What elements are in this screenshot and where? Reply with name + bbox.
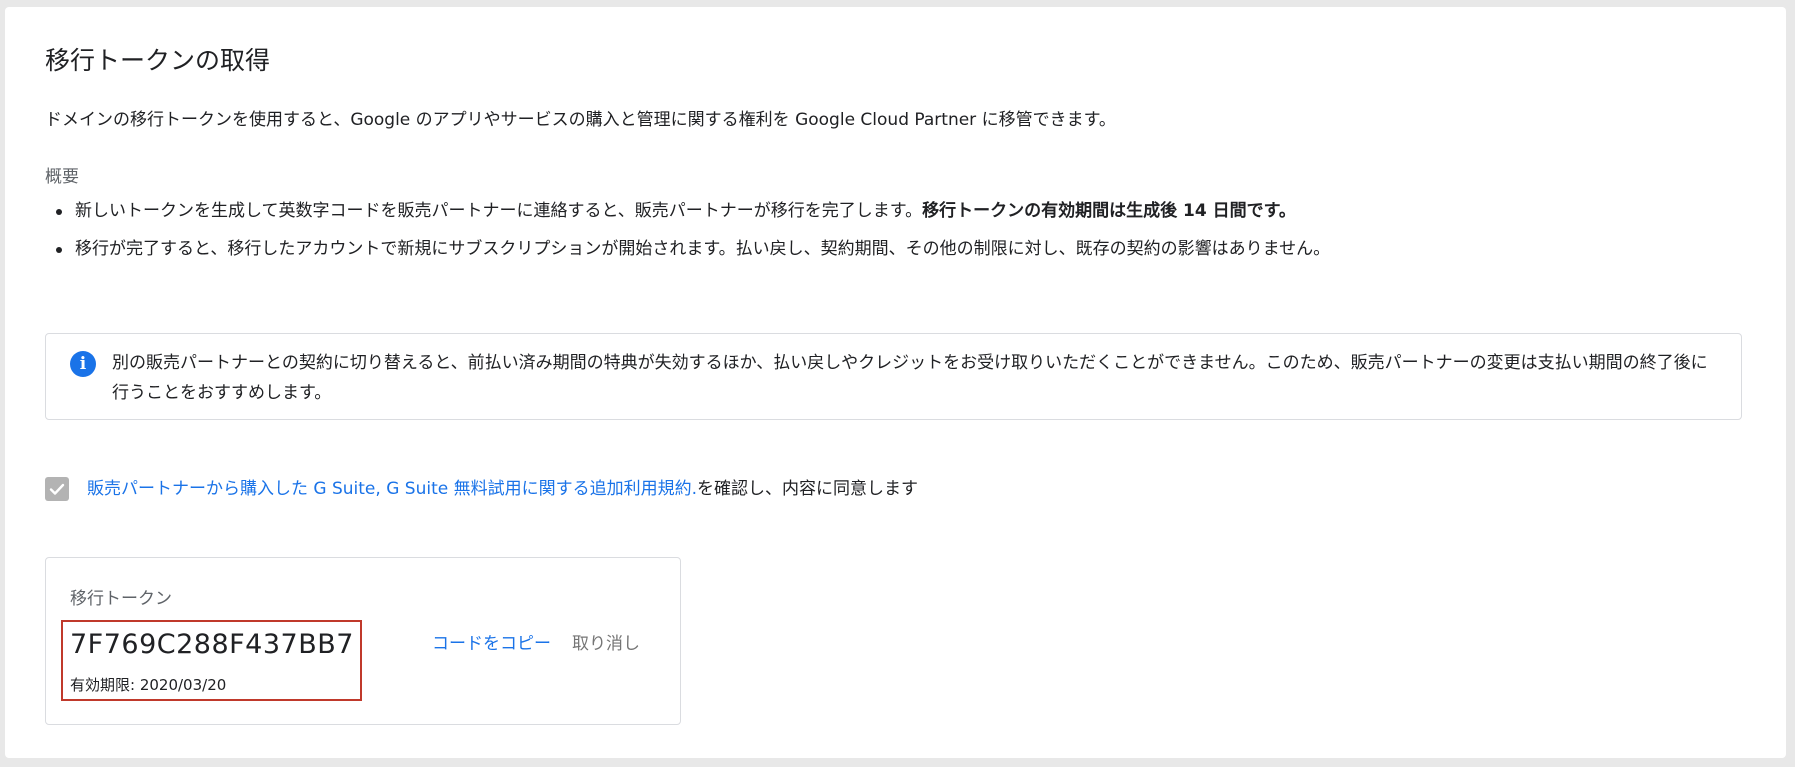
bullet-text: 新しいトークンを生成して英数字コードを販売パートナーに連絡すると、販売パートナー… <box>75 201 923 221</box>
bullet-text: 移行が完了すると、移行したアカウントで新規にサブスクリプションが開始されます。払… <box>75 239 1331 259</box>
overview-list: 新しいトークンを生成して英数字コードを販売パートナーに連絡すると、販売パートナー… <box>45 199 1330 275</box>
terms-agreement-text: 販売パートナーから購入した G Suite, G Suite 無料試用に関する追… <box>87 477 918 501</box>
token-label: 移行トークン <box>70 589 172 609</box>
terms-suffix: を確認し、内容に同意します <box>697 479 918 499</box>
info-banner-text: 別の販売パートナーとの契約に切り替えると、前払い済み期間の特典が失効するほか、払… <box>112 353 1708 403</box>
terms-link[interactable]: 販売パートナーから購入した G Suite, G Suite 無料試用に関する追… <box>87 479 697 499</box>
terms-checkbox[interactable] <box>45 477 69 501</box>
token-highlight: 7F769C288F437BB7 有効期限: 2020/03/20 <box>61 620 362 701</box>
check-icon <box>49 483 65 495</box>
info-banner: i 別の販売パートナーとの契約に切り替えると、前払い済み期間の特典が失効するほか… <box>45 333 1742 420</box>
overview-heading: 概要 <box>45 167 79 187</box>
page-title: 移行トークンの取得 <box>45 46 271 75</box>
list-item: 新しいトークンを生成して英数字コードを販売パートナーに連絡すると、販売パートナー… <box>45 199 1330 237</box>
token-expiry: 有効期限: 2020/03/20 <box>70 676 227 694</box>
token-panel: 移行トークン 7F769C288F437BB7 有効期限: 2020/03/20… <box>45 557 681 725</box>
copy-code-button[interactable]: コードをコピー <box>432 629 551 654</box>
cancel-token-button[interactable]: 取り消し <box>572 629 640 654</box>
transfer-token-card: 移行トークンの取得 ドメインの移行トークンを使用すると、Google のアプリや… <box>5 7 1786 758</box>
list-item: 移行が完了すると、移行したアカウントで新規にサブスクリプションが開始されます。払… <box>45 237 1330 275</box>
bullet-bold-text: 移行トークンの有効期間は生成後 14 日間です。 <box>922 201 1296 221</box>
info-icon: i <box>70 351 96 377</box>
intro-text: ドメインの移行トークンを使用すると、Google のアプリやサービスの購入と管理… <box>45 110 1116 130</box>
token-code: 7F769C288F437BB7 <box>70 629 354 660</box>
